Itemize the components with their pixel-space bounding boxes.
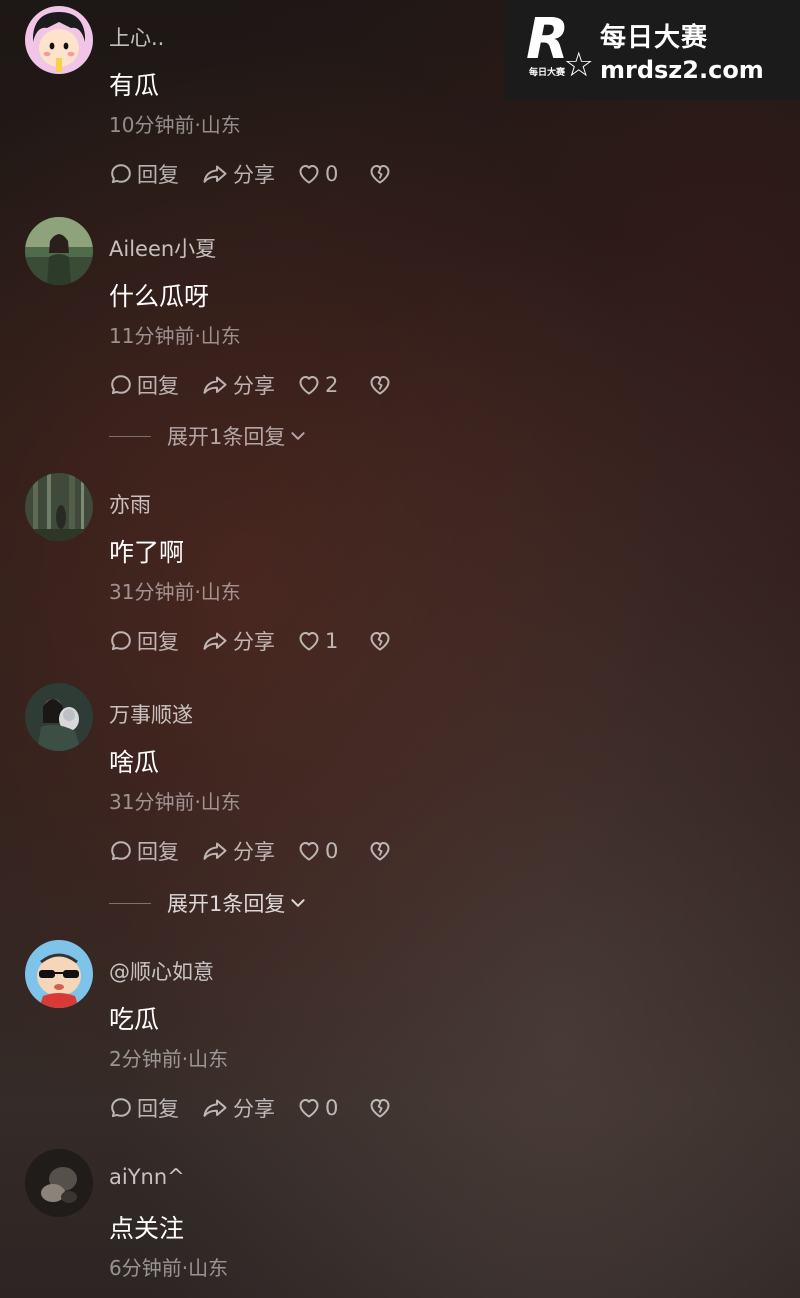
share-label: 分享: [233, 163, 275, 187]
expand-replies-button[interactable]: 展开1条回复: [109, 888, 307, 918]
reply-label: 回复: [137, 840, 179, 864]
reply-label: 回复: [137, 630, 179, 654]
reply-button[interactable]: 回复: [109, 159, 179, 189]
comment-actions: 回复 分享 2: [109, 369, 414, 401]
reply-label: 回复: [137, 163, 179, 187]
comment-username[interactable]: aiYnn^: [109, 1165, 185, 1189]
like-count: 0: [325, 162, 339, 186]
comment-username[interactable]: 万事顺遂: [109, 699, 193, 729]
share-button[interactable]: 分享: [201, 1093, 275, 1123]
comment-meta: 31分钟前·山东: [109, 790, 241, 814]
watermark-logo: R ☆ 每日大赛: [526, 12, 594, 83]
like-button[interactable]: 1: [297, 629, 338, 653]
heart-icon: [297, 839, 321, 863]
comment-text: 点关注: [109, 1214, 185, 1243]
like-button[interactable]: 0: [297, 839, 338, 863]
dislike-button[interactable]: [368, 629, 392, 653]
watermark-url: mrdsz2.com: [600, 55, 764, 84]
dislike-button[interactable]: [368, 373, 392, 397]
comment-username[interactable]: Aileen小夏: [109, 233, 216, 263]
heart-icon: [297, 1096, 321, 1120]
comment-text: 吃瓜: [109, 1005, 160, 1034]
comment-meta: 10分钟前·山东: [109, 113, 241, 137]
broken-heart-icon: [368, 162, 392, 186]
reply-button[interactable]: 回复: [109, 626, 179, 656]
share-label: 分享: [233, 630, 275, 654]
comment-meta: 6分钟前·山东: [109, 1256, 229, 1280]
comment-actions: 回复 分享 0: [109, 158, 414, 190]
divider-line: [109, 902, 151, 904]
reply-button[interactable]: 回复: [109, 370, 179, 400]
watermark-title: 每日大赛: [600, 22, 709, 53]
heart-icon: [297, 629, 321, 653]
dislike-button[interactable]: [368, 839, 392, 863]
comment-username[interactable]: 亦雨: [109, 489, 151, 519]
like-count: 2: [325, 373, 339, 397]
cartoon-girl-avatar[interactable]: [25, 6, 93, 74]
watermark-logo-small-text: 每日大赛: [528, 65, 567, 78]
dark-photo-avatar[interactable]: [25, 1149, 93, 1217]
forest-photo-avatar[interactable]: [25, 473, 93, 541]
comment-actions: 回复 分享 1: [109, 625, 414, 657]
watermark: R ☆ 每日大赛 每日大赛 mrdsz2.com: [504, 0, 800, 100]
heart-icon: [297, 162, 321, 186]
cartoon-boy-avatar[interactable]: [25, 940, 93, 1008]
photo-person-avatar[interactable]: [25, 217, 93, 285]
like-count: 0: [325, 839, 339, 863]
divider-line: [109, 435, 151, 437]
comment-text: 什么瓜呀: [109, 282, 210, 311]
share-button[interactable]: 分享: [201, 370, 275, 400]
dislike-button[interactable]: [368, 162, 392, 186]
reply-button[interactable]: 回复: [109, 836, 179, 866]
share-label: 分享: [233, 374, 275, 398]
expand-replies-label: 展开1条回复: [167, 425, 286, 449]
share-icon: [201, 629, 229, 653]
comment-meta: 2分钟前·山东: [109, 1047, 229, 1071]
expand-replies-label: 展开1条回复: [167, 892, 286, 916]
broken-heart-icon: [368, 373, 392, 397]
photo-person-avatar[interactable]: [25, 683, 93, 751]
reply-label: 回复: [137, 1097, 179, 1121]
like-button[interactable]: 0: [297, 162, 338, 186]
comment-text: 咋了啊: [109, 538, 185, 567]
comment-username[interactable]: @顺心如意: [109, 956, 214, 986]
like-button[interactable]: 0: [297, 1096, 338, 1120]
comment-text: 啥瓜: [109, 748, 160, 777]
share-icon: [201, 373, 229, 397]
share-label: 分享: [233, 840, 275, 864]
heart-icon: [297, 373, 321, 397]
broken-heart-icon: [368, 1096, 392, 1120]
comment-actions: 回复 分享 0: [109, 835, 414, 867]
comment-username[interactable]: 上心..: [109, 22, 164, 52]
reply-button[interactable]: 回复: [109, 1093, 179, 1123]
comment-meta: 31分钟前·山东: [109, 580, 241, 604]
share-icon: [201, 1096, 229, 1120]
broken-heart-icon: [368, 839, 392, 863]
share-icon: [201, 839, 229, 863]
chevron-down-icon: [289, 894, 307, 912]
dislike-button[interactable]: [368, 1096, 392, 1120]
reply-icon: [109, 839, 133, 863]
share-icon: [201, 162, 229, 186]
comment-actions: 回复 分享 0: [109, 1092, 414, 1124]
reply-icon: [109, 629, 133, 653]
share-button[interactable]: 分享: [201, 836, 275, 866]
share-button[interactable]: 分享: [201, 626, 275, 656]
reply-icon: [109, 373, 133, 397]
like-count: 1: [325, 629, 339, 653]
reply-icon: [109, 162, 133, 186]
comment-text: 有瓜: [109, 71, 160, 100]
share-button[interactable]: 分享: [201, 159, 275, 189]
like-button[interactable]: 2: [297, 373, 338, 397]
broken-heart-icon: [368, 629, 392, 653]
expand-replies-button[interactable]: 展开1条回复: [109, 421, 307, 451]
share-label: 分享: [233, 1097, 275, 1121]
comment-meta: 11分钟前·山东: [109, 324, 241, 348]
chevron-down-icon: [289, 427, 307, 445]
star-icon: ☆: [563, 45, 594, 85]
like-count: 0: [325, 1096, 339, 1120]
reply-icon: [109, 1096, 133, 1120]
reply-label: 回复: [137, 374, 179, 398]
